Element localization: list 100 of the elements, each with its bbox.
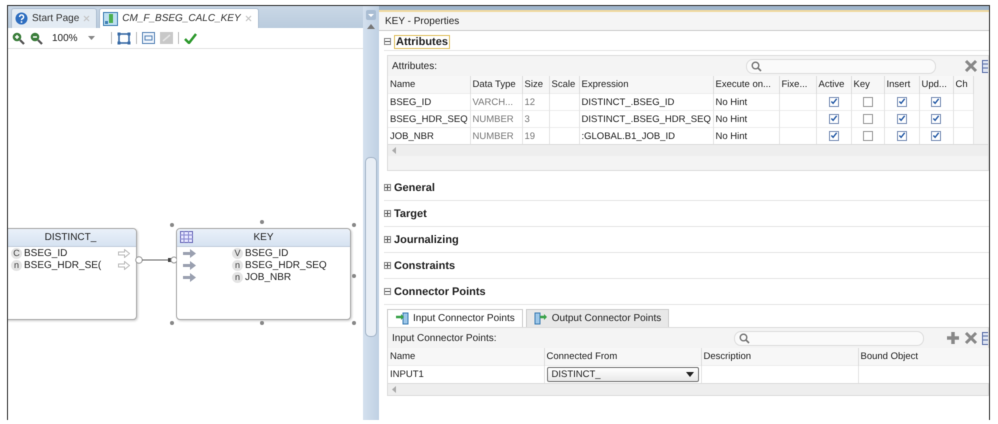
- window-icon[interactable]: [142, 32, 155, 44]
- scroll-up-icon[interactable]: [367, 24, 375, 29]
- section-header[interactable]: Target: [394, 208, 427, 220]
- column-header[interactable]: Name: [388, 348, 544, 366]
- expand-toggle[interactable]: [384, 236, 391, 243]
- checkbox[interactable]: [862, 130, 872, 141]
- column-header[interactable]: Fixe...: [779, 76, 816, 94]
- section-header[interactable]: Connector Points: [394, 286, 486, 298]
- collapse-toggle[interactable]: [384, 288, 391, 295]
- search-icon: [739, 332, 750, 344]
- expand-toggle[interactable]: [384, 210, 391, 217]
- selection-handle[interactable]: [260, 220, 264, 224]
- connector-line: [135, 256, 177, 264]
- caret-icon: [88, 36, 95, 40]
- table-cell: BSEG_ID: [388, 94, 470, 110]
- table-label: Attributes:: [392, 60, 438, 72]
- checkbox[interactable]: [828, 96, 838, 107]
- zoom-in-icon[interactable]: [12, 32, 25, 44]
- type-badge: n: [232, 272, 243, 282]
- selection-handle[interactable]: [352, 274, 356, 278]
- checkbox[interactable]: [862, 114, 872, 124]
- fit-icon[interactable]: [117, 32, 131, 44]
- table-cell: 12: [522, 94, 549, 110]
- table-cell: 3: [522, 110, 549, 128]
- checkbox[interactable]: [931, 96, 941, 107]
- table-cell: NUMBER: [470, 110, 522, 128]
- zoom-out-icon[interactable]: [30, 32, 43, 44]
- editor-tab[interactable]: Start Page: [11, 8, 98, 28]
- table-icon: [180, 231, 193, 243]
- column-header[interactable]: Active: [816, 76, 851, 94]
- selection-handle[interactable]: [260, 321, 264, 325]
- zoom-dropdown[interactable]: 100%: [48, 31, 106, 45]
- checkbox[interactable]: [931, 130, 941, 141]
- column-header[interactable]: Bound Object: [858, 348, 989, 366]
- connected-from-dropdown[interactable]: DISTINCT_: [546, 367, 698, 382]
- type-badge: C: [11, 248, 22, 258]
- selection-handle[interactable]: [352, 321, 356, 325]
- selection-handle[interactable]: [170, 321, 174, 325]
- search-icon: [751, 60, 762, 72]
- search-field[interactable]: [734, 330, 924, 346]
- source-node[interactable]: DISTINCT_ C BSEG_ID n BSEG_HDR_SE(: [8, 228, 137, 320]
- dropdown-icon[interactable]: [366, 10, 376, 20]
- scroll-left-icon[interactable]: [392, 147, 396, 154]
- type-badge: n: [232, 260, 243, 270]
- scrollbar-thumb[interactable]: [365, 157, 377, 337]
- scroll-left-icon[interactable]: [392, 386, 396, 393]
- expand-toggle[interactable]: [384, 262, 391, 269]
- column-header[interactable]: Upd...: [919, 76, 953, 94]
- connector-tab[interactable]: Input Connector Points: [387, 309, 523, 327]
- arrow-icon: [183, 272, 196, 282]
- search-field[interactable]: [746, 58, 936, 74]
- columns-icon[interactable]: [982, 60, 988, 72]
- column-header[interactable]: Key: [851, 76, 884, 94]
- column-header[interactable]: Scale: [549, 76, 579, 94]
- section-header[interactable]: Journalizing: [394, 234, 459, 246]
- columns-icon[interactable]: [982, 332, 988, 344]
- panel-title: KEY - Properties: [385, 16, 460, 26]
- delete-icon[interactable]: [964, 331, 978, 345]
- column-header[interactable]: Execute on...: [713, 76, 779, 94]
- diagram-icon: [103, 12, 118, 26]
- collapse-toggle[interactable]: [384, 38, 391, 45]
- table-cell: DISTINCT_.BSEG_ID: [579, 94, 713, 110]
- node-title: KEY: [253, 232, 274, 243]
- column-header[interactable]: Data Type: [470, 76, 522, 94]
- target-node[interactable]: KEY V BSEG_ID n BSEG_HDR_SEQ n JOB_NBR: [176, 228, 351, 320]
- section-header[interactable]: Constraints: [394, 260, 456, 272]
- selection-handle[interactable]: [352, 223, 356, 227]
- table-cell: No Hint: [713, 110, 779, 128]
- checkbox[interactable]: [896, 114, 906, 124]
- add-icon[interactable]: [946, 331, 960, 345]
- table-cell: No Hint: [713, 94, 779, 110]
- attribute-name: BSEG_HDR_SEQ: [245, 260, 328, 270]
- selection-handle[interactable]: [170, 223, 174, 227]
- column-header[interactable]: Insert: [884, 76, 919, 94]
- expand-toggle[interactable]: [384, 184, 391, 191]
- column-header[interactable]: Name: [388, 76, 470, 94]
- arrow-icon: [118, 260, 130, 270]
- table-cell: VARCH...: [470, 94, 522, 110]
- input-icon: [395, 312, 409, 325]
- caret-icon: [686, 372, 694, 377]
- checkmark-icon[interactable]: [184, 32, 197, 44]
- column-header[interactable]: Size: [522, 76, 549, 94]
- arrow-icon: [118, 248, 130, 258]
- type-badge: V: [232, 248, 243, 258]
- checkbox[interactable]: [896, 130, 906, 141]
- section-header[interactable]: General: [394, 182, 435, 194]
- checkbox[interactable]: [828, 114, 838, 124]
- checkbox[interactable]: [862, 96, 872, 107]
- section-header[interactable]: Attributes: [394, 34, 450, 48]
- column-header[interactable]: Connected From: [544, 348, 701, 366]
- connector-tab[interactable]: Output Connector Points: [526, 309, 670, 327]
- delete-icon[interactable]: [964, 59, 978, 73]
- table-label: Input Connector Points:: [392, 332, 497, 344]
- column-header[interactable]: Expression: [579, 76, 713, 94]
- checkbox[interactable]: [828, 130, 838, 141]
- attribute-name: JOB_NBR: [245, 272, 292, 282]
- column-header[interactable]: Description: [701, 348, 858, 366]
- checkbox[interactable]: [896, 96, 906, 107]
- checkbox[interactable]: [931, 114, 941, 124]
- editor-tab[interactable]: CM_F_BSEG_CALC_KEY: [99, 8, 259, 28]
